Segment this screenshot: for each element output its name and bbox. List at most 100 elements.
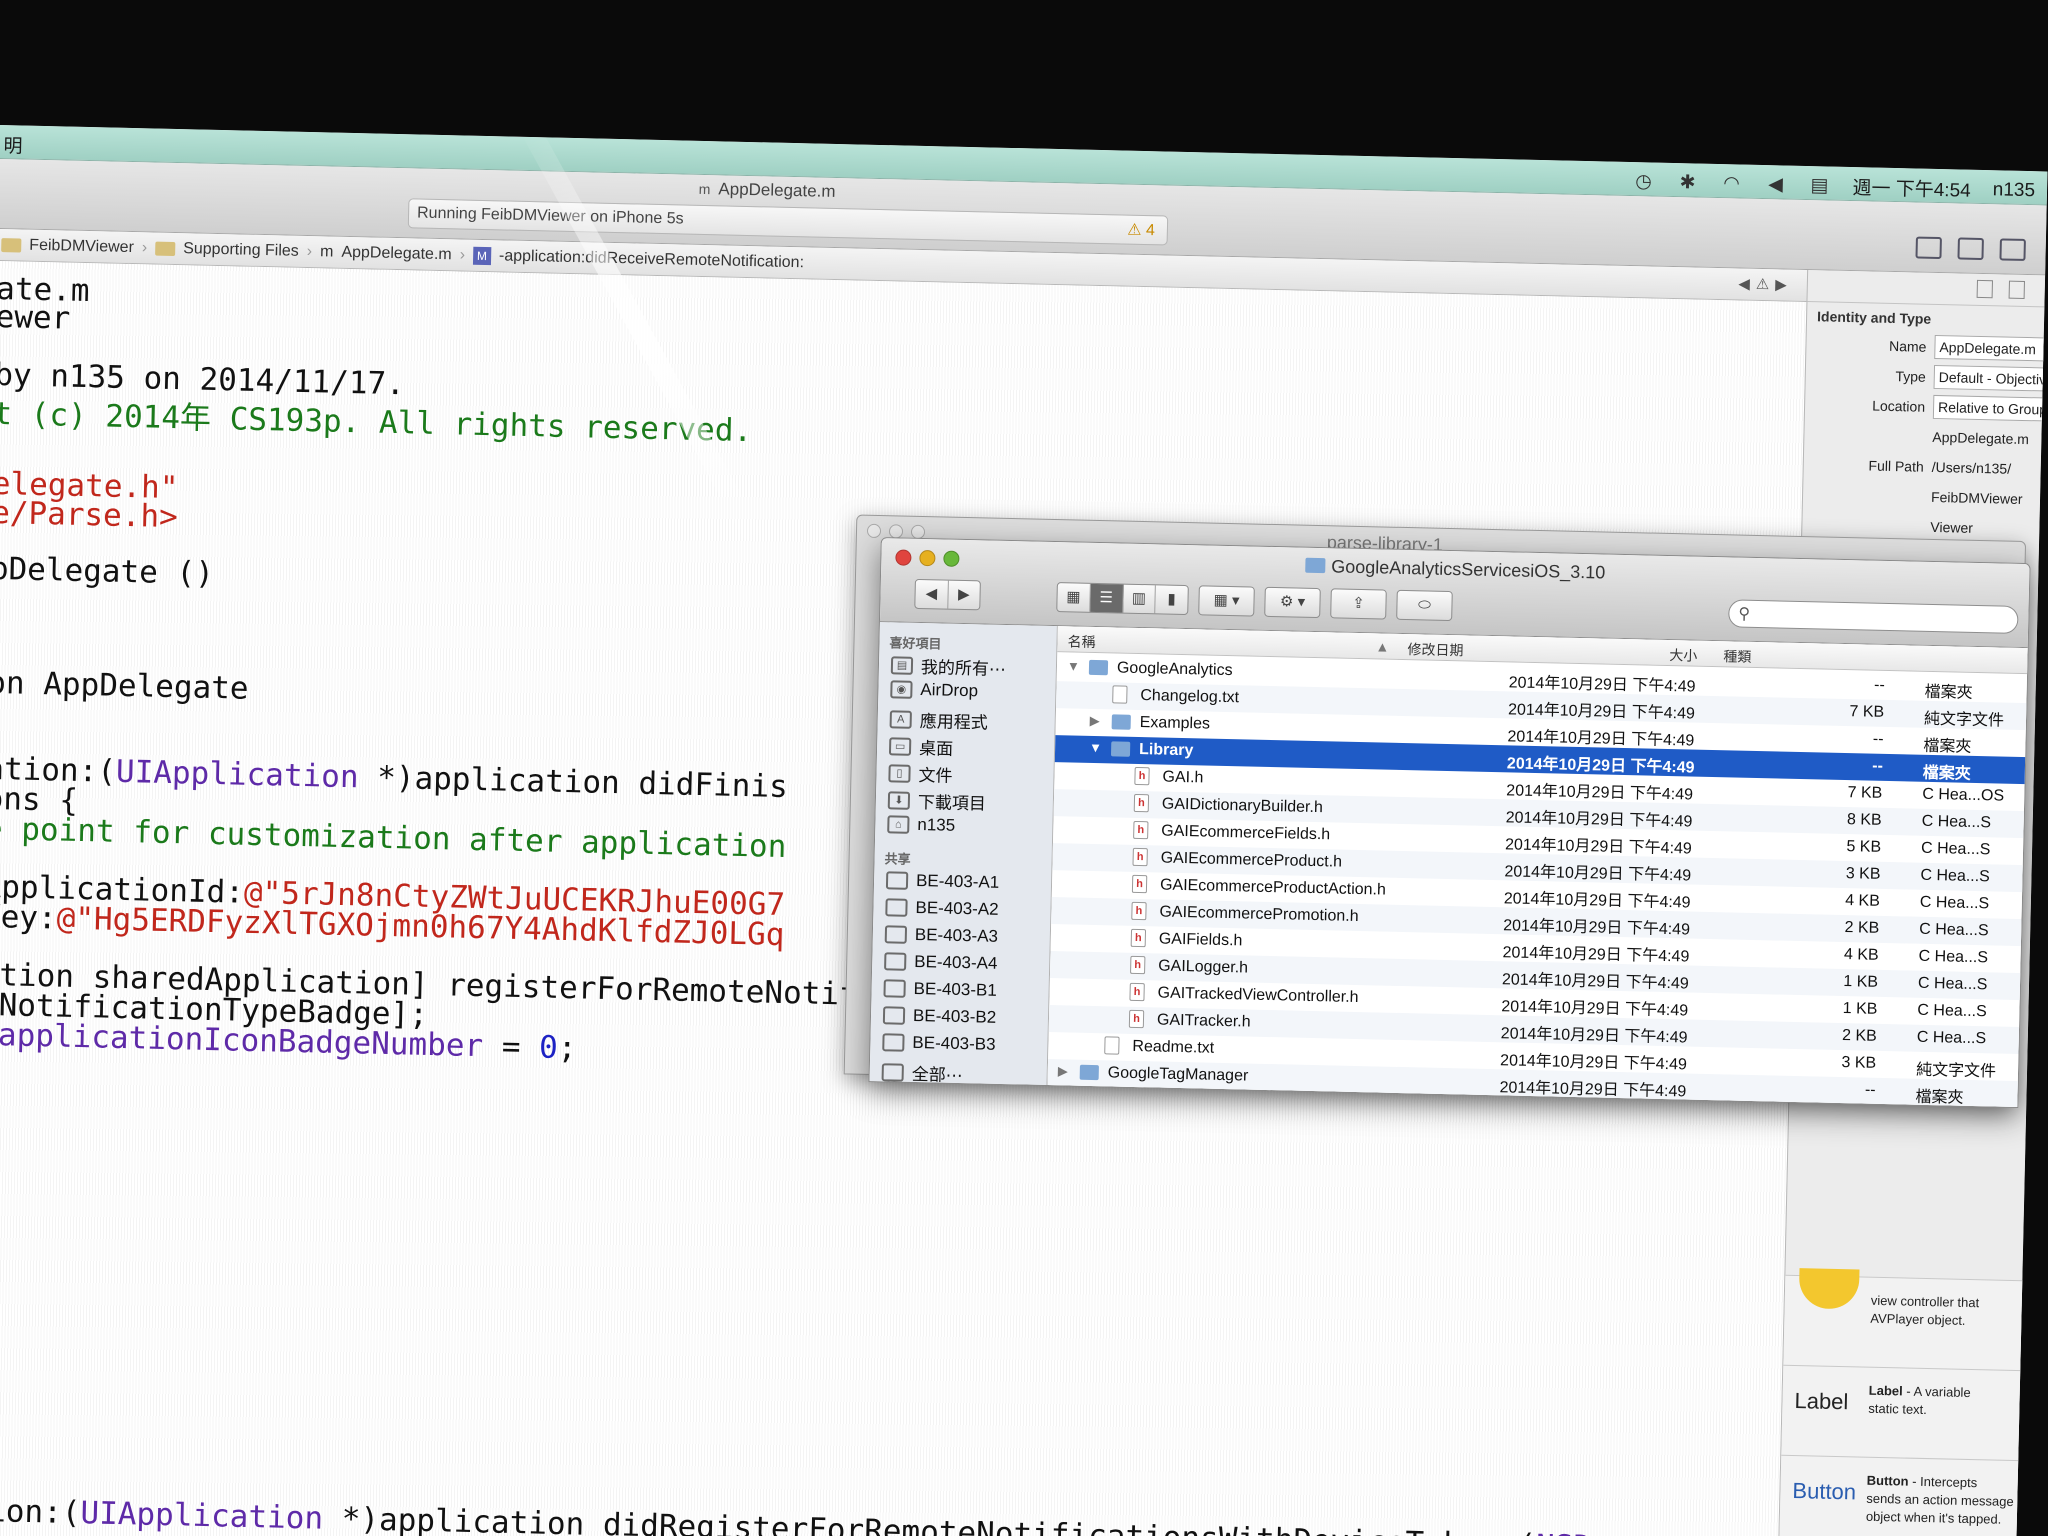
sidebar-item[interactable]: ⌂ n135 [887,814,955,836]
activity-viewer[interactable]: Running FeibDMViewer on iPhone 5s ⚠ 4 [407,198,1169,246]
file-inspector-icon[interactable] [1976,279,1993,299]
library-item-av-player[interactable]: view controller that AVPlayer object. [1783,1268,2024,1371]
icon-view-button[interactable]: ▦ [1057,583,1091,612]
column-size[interactable]: 大小 [1669,645,1697,666]
quick-help-icon[interactable] [2008,280,2025,299]
column-view-button[interactable]: ▥ [1122,584,1157,614]
file-name: GAIDictionaryBuilder.h [1161,795,1324,817]
sidebar-item-shared[interactable]: BE-403-A2 [885,897,999,920]
sidebar-item[interactable]: ◉ AirDrop [890,679,978,701]
menu-item-help[interactable]: 明 [3,131,23,158]
file-size: 5 KB [1846,838,1882,856]
file-kind: 檔案夾 [1922,764,1971,783]
bluetooth-icon[interactable]: ✱ [1676,172,1698,193]
sidebar-item-shared[interactable]: BE-403-A3 [884,924,998,947]
header-file-icon: h [1132,847,1148,867]
search-icon: ⚲ [1738,605,1751,623]
location-select[interactable]: Relative to Group [1932,394,2048,423]
sidebar-item-label: AirDrop [920,680,979,701]
menu-clock[interactable]: 週一 下午4:54 [1852,173,1971,203]
code-line[interactable]: t (c) 2014年 CS193p. All rights reserved. [0,388,753,450]
column-kind[interactable]: 種類 [1723,646,1751,667]
coverflow-view-button[interactable]: ▮ [1155,585,1187,614]
code-line[interactable]: tion:(UIApplication *)application didReg… [0,1493,1648,1536]
disclosure-closed-icon[interactable]: ▶ [1090,713,1100,729]
file-size: 2 KB [1844,919,1880,937]
desktop-icon: ▭ [888,736,912,756]
warning-badge[interactable]: ⚠ 4 [1127,220,1155,241]
assistant-editor-icon[interactable] [1957,237,1984,261]
name-field[interactable]: AppDelegate.m [1934,334,2048,363]
file-kind: C Hea...S [1916,1028,1987,1048]
wifi-icon[interactable]: ◠ [1720,173,1742,194]
standard-editor-icon[interactable] [1915,236,1942,260]
share-button[interactable]: ⇪ [1330,588,1387,620]
disclosure-closed-icon[interactable]: ▶ [1058,1063,1068,1079]
file-name: GAILogger.h [1158,957,1249,977]
action-gear-button[interactable]: ⚙ ▾ [1264,586,1321,619]
fullpath-value-2: FeibDMViewer [1930,488,2023,507]
sidebar-item-label: BE-403-B1 [913,978,998,1000]
disclosure-open-icon[interactable]: ▼ [1067,658,1080,673]
document-icon [1104,1036,1120,1055]
version-editor-icon[interactable] [1999,238,2026,261]
computer-icon [882,1006,906,1025]
objc-file-icon: m [319,242,334,261]
breadcrumb-method[interactable]: -application:didReceiveRemoteNotificatio… [499,247,804,272]
sidebar-item-shared[interactable]: BE-403-B1 [883,978,997,1001]
menu-user[interactable]: n135 [1993,179,2036,202]
disclosure-open-icon[interactable]: ▼ [1089,740,1102,755]
arrange-button[interactable]: ▦ ▾ [1198,585,1255,617]
code-line[interactable]: e point for customization after applicat… [0,811,787,865]
list-view-button[interactable]: ☰ [1089,583,1124,613]
file-list: 名稱 ▲ 修改日期 大小 種類 ▼ GoogleAnalytics 2014年10月… [1047,626,2030,1109]
code-line[interactable]: e/Parse.h> [0,495,178,535]
sidebar-item-shared[interactable]: BE-403-B3 [882,1032,996,1055]
issue-navigation-arrows[interactable]: ◀⚠▶ [1738,274,1793,293]
forward-button[interactable]: ▶ [948,581,980,610]
header-file-icon: h [1133,793,1150,813]
sidebar-item[interactable]: ▯ 文件 [888,760,953,786]
sidebar-item[interactable]: ⬇ 下載項目 [887,787,987,814]
code-line[interactable]: .applicationIconBadgeNumber = 0; [0,1017,577,1067]
code-line[interactable]: ation:(UIApplication *)application didFi… [0,751,788,805]
group-folder-icon [155,241,176,256]
breadcrumb-file[interactable]: AppDelegate.m [341,243,452,263]
header-file-icon: h [1130,955,1146,975]
file-size: 8 KB [1846,811,1882,829]
sidebar-item-shared[interactable]: BE-403-A4 [884,951,998,974]
sidebar-item[interactable]: A 應用程式 [889,706,988,733]
search-field[interactable]: ⚲ [1728,599,2019,634]
back-button[interactable]: ◀ [915,579,949,609]
file-name: Library [1138,741,1194,760]
sidebar-item-shared[interactable]: 全部⋯ [881,1059,963,1086]
sidebar-item[interactable]: ▤ 我的所有⋯ [890,652,1007,680]
sidebar-item-shared[interactable]: BE-403-B2 [882,1005,996,1028]
label-thumbnail: Label [1794,1388,1849,1415]
file-size: 7 KB [1847,784,1883,802]
breadcrumb-project[interactable]: FeibDMViewer [29,236,134,256]
column-date[interactable]: 修改日期 [1407,639,1463,660]
sidebar-item-shared[interactable]: BE-403-A1 [885,870,999,893]
folder-icon [1079,1064,1099,1081]
column-name[interactable]: 名稱 [1067,631,1095,652]
code-line[interactable]: ewer [0,299,71,337]
file-name: GAITrackedViewController.h [1157,984,1359,1007]
flag-icon[interactable]: ▤ [1808,175,1830,196]
code-token: ; [557,1029,577,1067]
header-file-icon: h [1134,766,1150,786]
all-files-icon: ▤ [890,655,914,675]
volume-icon[interactable]: ◀ [1764,174,1786,195]
tags-button[interactable]: ⬭ [1396,589,1453,622]
code-line[interactable]: on AppDelegate [0,665,249,707]
code-token: ewer [0,298,71,337]
library-item-button[interactable]: Button Button - Intercepts sends an acti… [1779,1454,2020,1536]
code-token: *)application didRegisterForRemoteNotifi… [322,1500,1537,1536]
time-machine-icon[interactable]: ◷ [1632,171,1654,192]
sidebar-item[interactable]: ▭ 桌面 [888,733,954,759]
close-button[interactable] [866,523,882,539]
library-item-label[interactable]: Label Label - A variable static text. [1781,1364,2022,1461]
type-select[interactable]: Default - Objective-C [1933,364,2048,393]
breadcrumb-group[interactable]: Supporting Files [183,240,299,261]
code-line[interactable]: pDelegate () [0,551,214,592]
